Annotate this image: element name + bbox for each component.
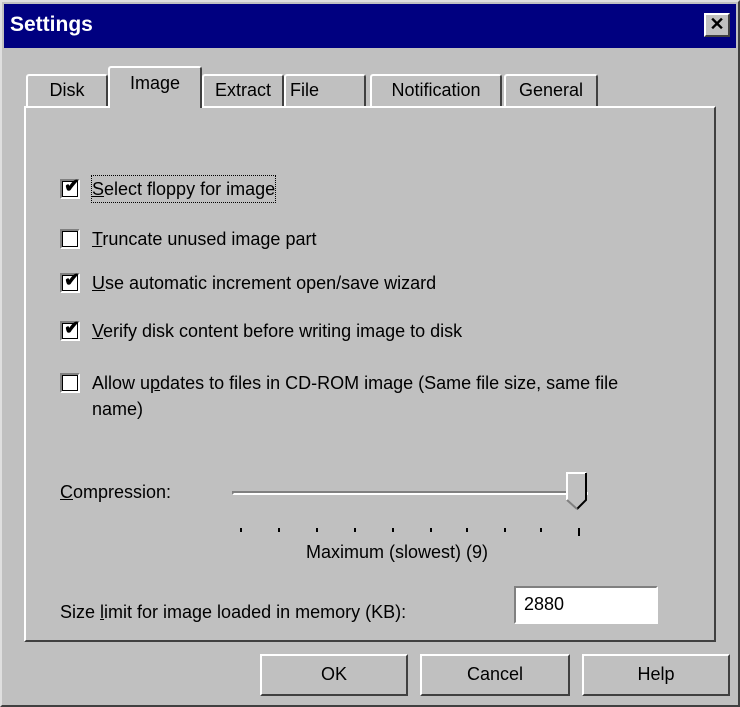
close-icon: ✕: [709, 14, 725, 34]
checkbox-label: Verify disk content before writing image…: [92, 321, 463, 341]
slider-tick: [578, 528, 580, 536]
tab-notification[interactable]: Notification: [370, 74, 502, 106]
slider-tick: [392, 528, 394, 532]
slider-tick: [466, 528, 468, 532]
ok-button[interactable]: OK: [260, 654, 408, 696]
slider-tick: [354, 528, 356, 532]
truncate-checkbox[interactable]: [60, 229, 80, 249]
size-limit-input[interactable]: 2880: [514, 586, 658, 624]
select-floppy-checkbox[interactable]: ✔: [60, 176, 80, 199]
tab-label: File: [290, 80, 320, 100]
checkmark-icon: ✔: [64, 318, 80, 339]
slider-tick: [278, 528, 280, 532]
compression-value: Maximum (slowest) (9): [306, 542, 489, 562]
slider-tick: [316, 528, 318, 532]
dialog-title: Settings: [10, 13, 93, 36]
image-tab-panel: ✔ Select floppy for image Truncate unuse…: [24, 106, 716, 642]
tab-label: Image: [129, 73, 181, 93]
tab-label: Notification: [391, 80, 481, 100]
compression-slider-track[interactable]: [232, 491, 588, 495]
cancel-button[interactable]: Cancel: [420, 654, 570, 696]
tab-label: Extract: [214, 80, 271, 100]
tab-image[interactable]: Image: [108, 66, 202, 108]
slider-tick: [240, 528, 242, 532]
checkbox-label: Select floppy for image: [90, 175, 277, 203]
slider-tick: [540, 528, 542, 532]
allow-updates-checkbox[interactable]: [60, 373, 80, 393]
checkbox-label: Allow updates to files in CD-ROM image (…: [92, 373, 619, 419]
auto-increment-checkbox[interactable]: ✔: [60, 270, 80, 293]
compression-label: Compression:: [60, 482, 172, 502]
tab-label: Disk: [49, 80, 85, 100]
verify-checkbox[interactable]: ✔: [60, 318, 80, 341]
tab-file[interactable]: File: [284, 74, 366, 106]
checkbox-label: Use automatic increment open/save wizard: [92, 273, 437, 293]
slider-tick: [430, 528, 432, 532]
checkmark-icon: ✔: [64, 176, 80, 197]
size-limit-label: Size limit for image loaded in memory (K…: [60, 602, 407, 622]
slider-tick: [504, 528, 506, 532]
help-button[interactable]: Help: [582, 654, 730, 696]
tab-extract[interactable]: Extract: [202, 74, 284, 106]
settings-dialog: Settings ✕ Disk Image Extract File Notif…: [0, 0, 740, 707]
checkbox-label: Truncate unused image part: [92, 229, 317, 249]
title-bar[interactable]: Settings ✕: [4, 4, 736, 48]
tab-label: General: [518, 80, 584, 100]
tab-general[interactable]: General: [504, 74, 598, 106]
close-button[interactable]: ✕: [704, 13, 730, 37]
compression-slider-thumb[interactable]: [566, 472, 588, 510]
checkmark-icon: ✔: [64, 270, 80, 291]
tab-disk[interactable]: Disk: [26, 74, 108, 106]
